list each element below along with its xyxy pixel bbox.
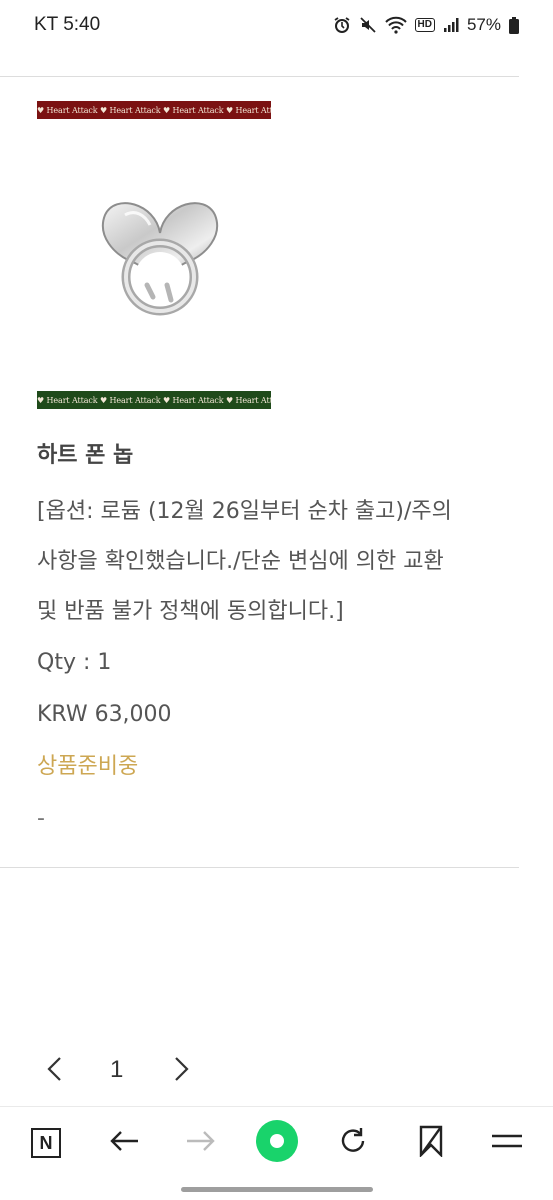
product-name[interactable]: 하트 폰 놉 <box>37 436 507 476</box>
options-line-3: 및 반품 불가 정책에 동의합니다.] <box>37 599 344 624</box>
heart-attack-banner-top: ♥ Heart Attack ♥ Heart Attack ♥ Heart At… <box>37 101 271 119</box>
status-icons: HD 57% <box>333 15 519 35</box>
wifi-icon <box>384 16 407 34</box>
green-dot-icon <box>255 1119 299 1167</box>
options-line-2: 사항을 확인했습니다./단순 변심에 의한 교환 <box>37 549 444 574</box>
naver-n-icon: N <box>31 1128 61 1158</box>
home-gesture-bar[interactable] <box>181 1187 373 1192</box>
mute-icon <box>359 16 377 34</box>
bookmark-icon <box>416 1125 446 1161</box>
product-image[interactable] <box>95 185 225 325</box>
hamburger-menu-icon <box>491 1131 523 1155</box>
hd-badge: HD <box>414 18 435 32</box>
pagination: 1 <box>0 1042 553 1100</box>
menu-button[interactable] <box>489 1125 525 1161</box>
chevron-right-icon <box>168 1057 194 1088</box>
status-bar: KT 5:40 HD 57% <box>0 0 553 50</box>
arrow-right-icon <box>185 1129 217 1157</box>
signal-icon <box>443 17 459 33</box>
extra-info-dash: - <box>37 806 45 831</box>
order-item-info: 하트 폰 놉 [옵션: 로듐 (12월 26일부터 순차 출고)/주의 사항을 … <box>37 436 507 845</box>
green-dot-button[interactable] <box>255 1119 299 1167</box>
battery-percent: 57% <box>466 15 501 34</box>
carrier-time: KT 5:40 <box>34 14 101 35</box>
page-number[interactable]: 1 <box>110 1056 123 1084</box>
heart-attack-banner-bottom: ♥ Heart Attack ♥ Heart Attack ♥ Heart At… <box>37 391 271 409</box>
next-page-button[interactable] <box>168 1054 194 1089</box>
refresh-icon <box>337 1125 369 1161</box>
battery-icon <box>509 16 519 34</box>
previous-page-button[interactable] <box>42 1054 68 1089</box>
alarm-icon <box>333 16 351 34</box>
product-options: [옵션: 로듐 (12월 26일부터 순차 출고)/주의 사항을 확인했습니다.… <box>37 487 507 637</box>
top-divider <box>0 76 519 77</box>
arrow-left-icon <box>108 1129 140 1157</box>
options-line-1: [옵션: 로듐 (12월 26일부터 순차 출고)/주의 <box>37 499 452 524</box>
refresh-button[interactable] <box>335 1125 371 1161</box>
back-button[interactable] <box>106 1125 142 1161</box>
browser-toolbar: N <box>0 1106 553 1181</box>
naver-home-button[interactable]: N <box>28 1125 64 1161</box>
bookmark-button[interactable] <box>413 1125 449 1161</box>
price: KRW 63,000 <box>37 702 172 727</box>
chevron-left-icon <box>42 1057 68 1088</box>
forward-button[interactable] <box>183 1125 219 1161</box>
bottom-divider <box>0 867 519 868</box>
quantity: Qty : 1 <box>37 650 112 675</box>
order-status: 상품준비중 <box>37 754 139 779</box>
